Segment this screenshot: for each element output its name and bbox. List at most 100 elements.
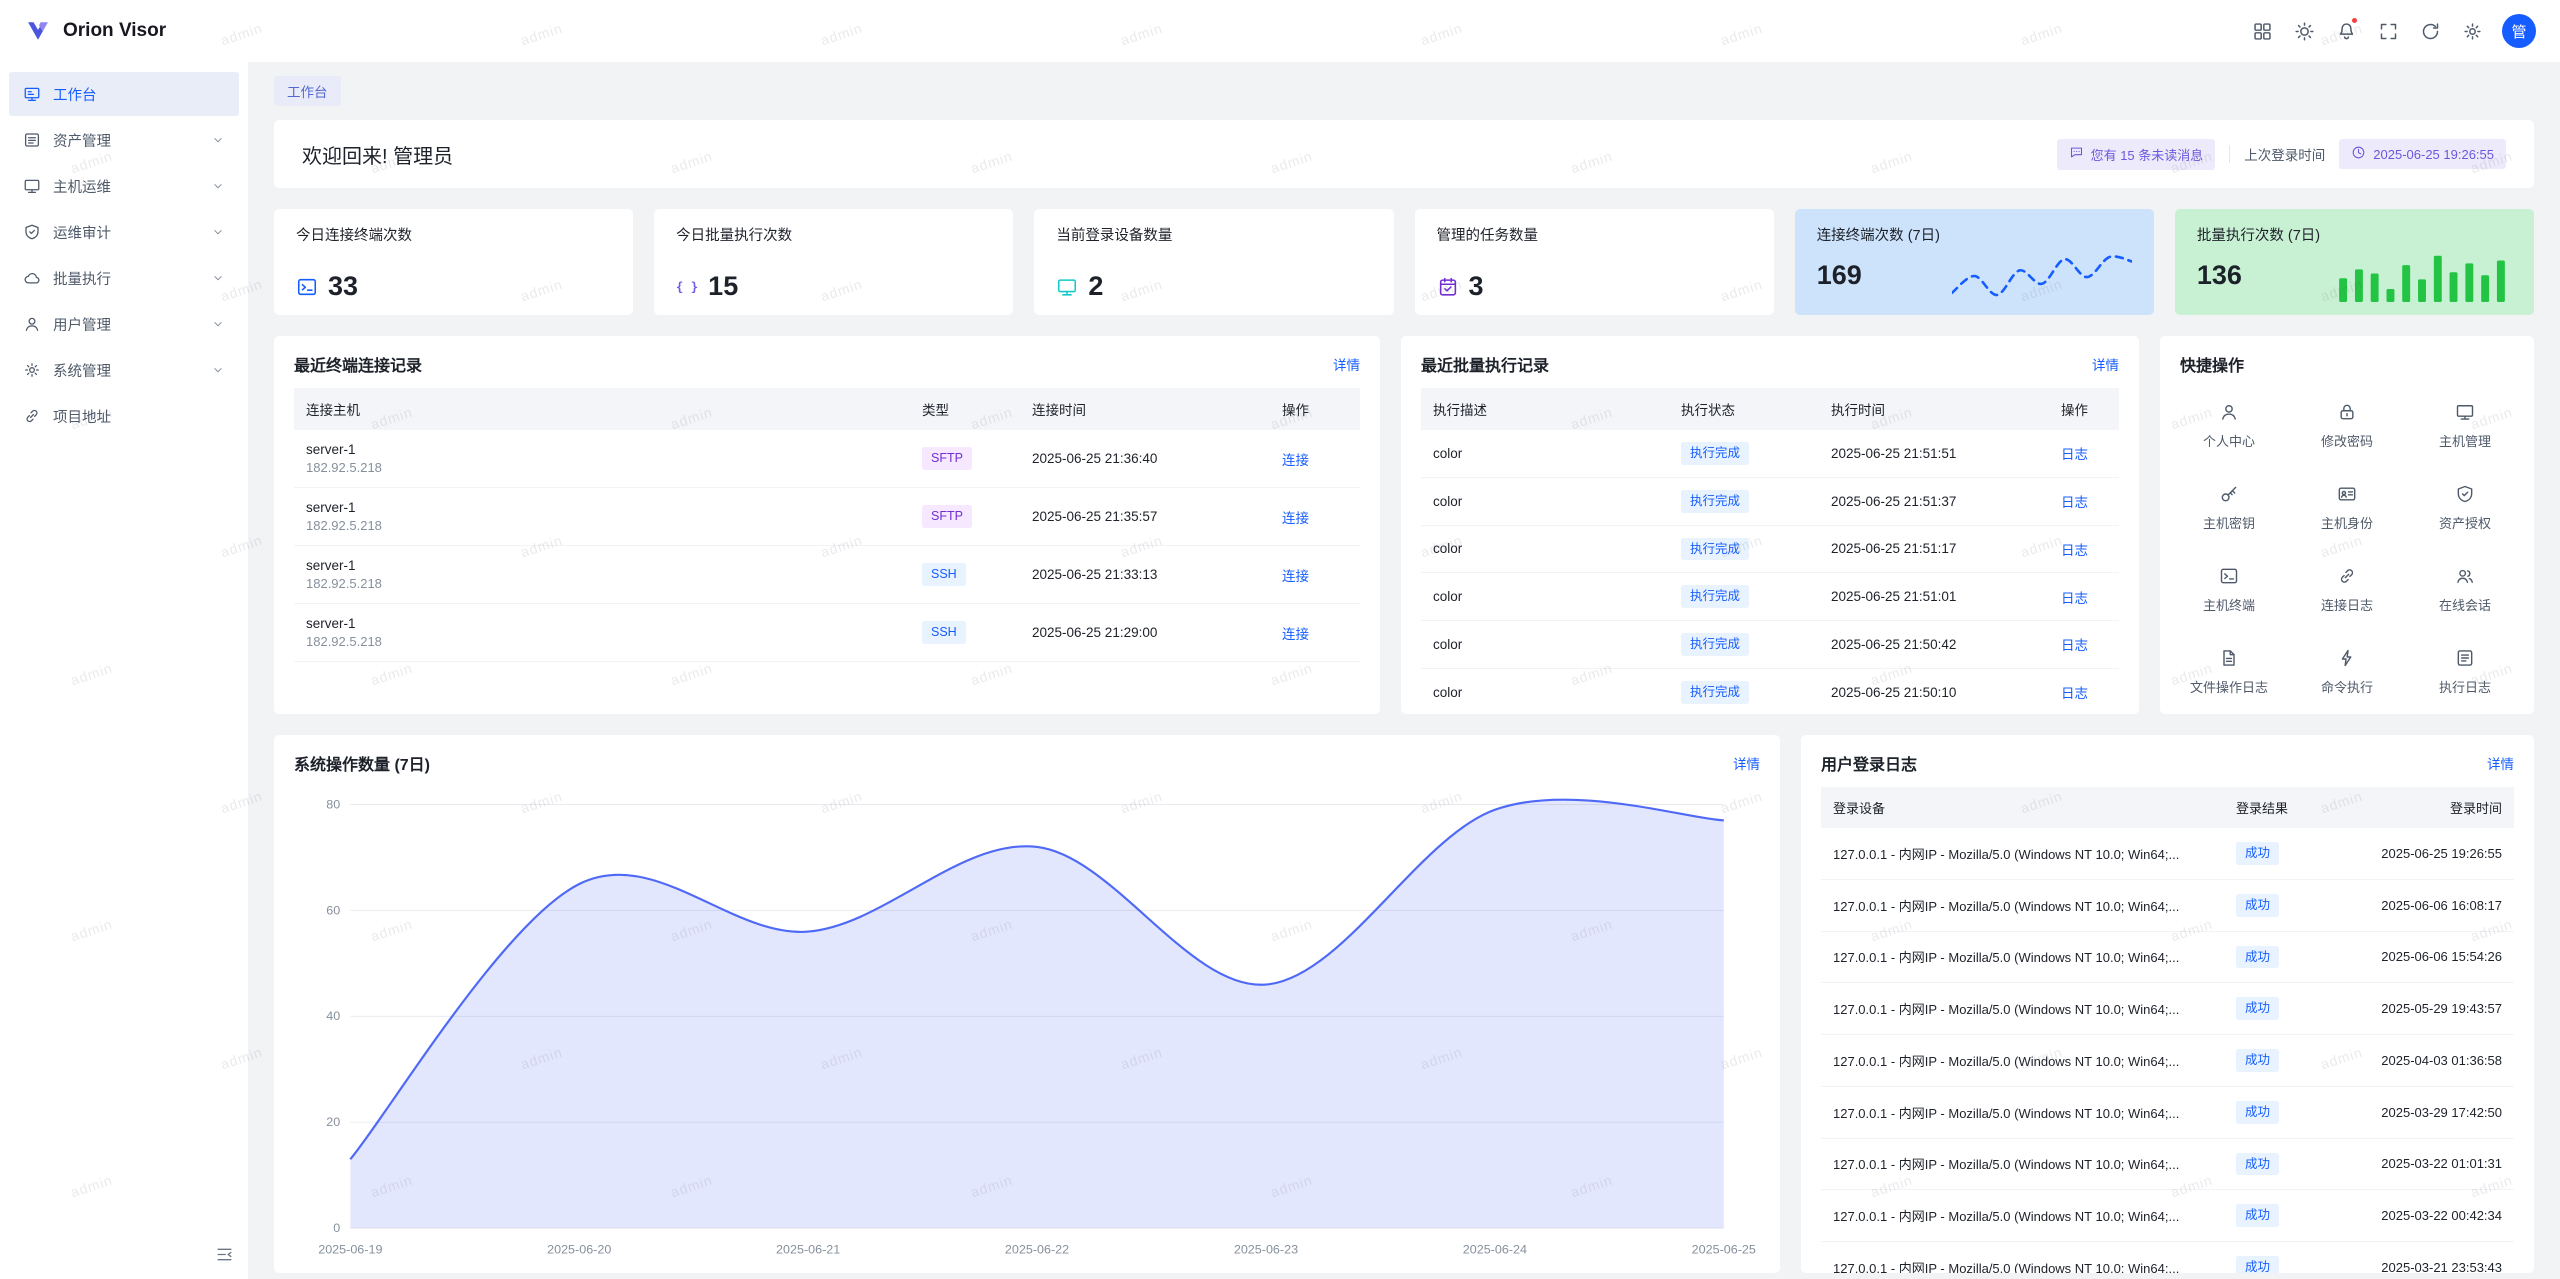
quick-action-profile[interactable]: 个人中心 <box>2170 402 2288 450</box>
breadcrumb-item-workbench[interactable]: 工作台 <box>274 76 341 106</box>
log-link[interactable]: 日志 <box>2061 638 2088 653</box>
notifications-bell-icon[interactable] <box>2328 13 2364 49</box>
host-name: server-1 <box>306 500 898 515</box>
host-name: server-1 <box>306 616 898 631</box>
settings-gear-icon[interactable] <box>2454 13 2490 49</box>
notification-badge <box>2350 16 2359 25</box>
quick-action-command-exec[interactable]: 命令执行 <box>2288 648 2406 696</box>
sidebar-item-users[interactable]: 用户管理 <box>9 302 239 346</box>
sidebar-item-system[interactable]: 系统管理 <box>9 348 239 392</box>
quick-action-label: 主机身份 <box>2321 513 2373 532</box>
login-log-detail-link[interactable]: 详情 <box>2487 753 2514 773</box>
login-result-tag: 成功 <box>2236 894 2279 917</box>
quick-action-host-identity[interactable]: 主机身份 <box>2288 484 2406 532</box>
batch-row: color执行完成2025-06-25 21:50:10日志 <box>1421 668 2119 714</box>
quick-action-label: 主机密钥 <box>2203 513 2255 532</box>
apps-grid-icon[interactable] <box>2244 13 2280 49</box>
connect-link[interactable]: 连接 <box>1282 627 1309 642</box>
host-ip: 182.92.5.218 <box>306 634 898 649</box>
quick-action-password[interactable]: 修改密码 <box>2288 402 2406 450</box>
welcome-banner: 欢迎回来! 管理员 您有 15 条未读消息 上次登录时间 2025-06-25 … <box>274 120 2534 188</box>
refresh-icon[interactable] <box>2412 13 2448 49</box>
last-login-time: 2025-06-25 19:26:55 <box>2373 147 2494 162</box>
sidebar-item-workbench[interactable]: 工作台 <box>9 72 239 116</box>
column-header: 连接时间 <box>1020 388 1270 430</box>
batch-detail-link[interactable]: 详情 <box>2092 354 2119 374</box>
sidebar-item-label: 系统管理 <box>53 360 111 381</box>
terminal-row: server-1182.92.5.218SSH2025-06-25 21:33:… <box>294 546 1360 604</box>
quick-action-host-manage[interactable]: 主机管理 <box>2406 402 2524 450</box>
login-device: 127.0.0.1 - 内网IP - Mozilla/5.0 (Windows … <box>1821 879 2224 931</box>
theme-toggle-icon[interactable] <box>2286 13 2322 49</box>
batch-row: color执行完成2025-06-25 21:50:42日志 <box>1421 621 2119 669</box>
quick-action-host-key[interactable]: 主机密钥 <box>2170 484 2288 532</box>
app-title: Orion Visor <box>63 20 166 42</box>
quick-action-host-terminal[interactable]: 主机终端 <box>2170 566 2288 614</box>
column-header: 执行状态 <box>1669 388 1819 430</box>
monitor-icon <box>23 177 41 195</box>
login-device: 127.0.0.1 - 内网IP - Mozilla/5.0 (Windows … <box>1821 1190 2224 1242</box>
system-ops-card: 系统操作数量 (7日) 详情 0204060802025-06-192025-0… <box>274 735 1780 1273</box>
shield-icon <box>2455 484 2475 504</box>
login-time: 2025-05-29 19:43:57 <box>2334 983 2514 1035</box>
sidebar-item-project[interactable]: 项目地址 <box>9 394 239 438</box>
quick-action-file-log[interactable]: 文件操作日志 <box>2170 648 2288 696</box>
quick-action-exec-log[interactable]: 执行日志 <box>2406 648 2524 696</box>
connect-link[interactable]: 连接 <box>1282 569 1309 584</box>
exec-time: 2025-06-25 21:51:51 <box>1819 430 2049 477</box>
column-header: 类型 <box>910 388 1020 430</box>
sidebar-item-label: 工作台 <box>53 84 97 105</box>
recent-terminal-title: 最近终端连接记录 <box>294 352 422 376</box>
layout: 工作台资产管理主机运维运维审计批量执行用户管理系统管理项目地址 工作台 欢迎回来… <box>0 62 2560 1279</box>
log-link[interactable]: 日志 <box>2061 543 2088 558</box>
svg-text:0: 0 <box>333 1221 340 1235</box>
login-time: 2025-06-06 16:08:17 <box>2334 879 2514 931</box>
app-logo[interactable]: Orion Visor <box>24 17 166 45</box>
log-link[interactable]: 日志 <box>2061 447 2088 462</box>
host-ip: 182.92.5.218 <box>306 518 898 533</box>
quick-action-label: 主机终端 <box>2203 595 2255 614</box>
list-icon <box>23 131 41 149</box>
unread-messages-chip[interactable]: 您有 15 条未读消息 <box>2057 139 2216 170</box>
sidebar-item-audit[interactable]: 运维审计 <box>9 210 239 254</box>
divider <box>2229 145 2230 163</box>
svg-text:2025-06-22: 2025-06-22 <box>1005 1243 1069 1257</box>
login-time: 2025-03-22 00:42:34 <box>2334 1190 2514 1242</box>
connect-link[interactable]: 连接 <box>1282 453 1309 468</box>
log-link[interactable]: 日志 <box>2061 495 2088 510</box>
column-header: 登录结果 <box>2224 787 2334 828</box>
exec-status-tag: 执行完成 <box>1681 538 1749 561</box>
login-row: 127.0.0.1 - 内网IP - Mozilla/5.0 (Windows … <box>1821 1086 2514 1138</box>
sidebar-item-assets[interactable]: 资产管理 <box>9 118 239 162</box>
protocol-tag: SFTP <box>922 447 972 470</box>
batch-row: color执行完成2025-06-25 21:51:51日志 <box>1421 430 2119 477</box>
connect-link[interactable]: 连接 <box>1282 511 1309 526</box>
exec-status-tag: 执行完成 <box>1681 442 1749 465</box>
user-avatar[interactable]: 管 <box>2502 14 2536 48</box>
login-row: 127.0.0.1 - 内网IP - Mozilla/5.0 (Windows … <box>1821 1035 2514 1087</box>
login-row: 127.0.0.1 - 内网IP - Mozilla/5.0 (Windows … <box>1821 1242 2514 1274</box>
stats-row: 今日连接终端次数33今日批量执行次数{ }15当前登录设备数量2管理的任务数量3… <box>274 209 2534 315</box>
stat-sparkline <box>2332 248 2512 302</box>
fullscreen-icon[interactable] <box>2370 13 2406 49</box>
orion-visor-logo-icon <box>24 17 52 45</box>
host-ip: 182.92.5.218 <box>306 460 898 475</box>
recent-batch-card: 最近批量执行记录 详情 执行描述执行状态执行时间操作color执行完成2025-… <box>1401 336 2139 714</box>
braces-icon: { } <box>676 276 698 298</box>
system-ops-detail-link[interactable]: 详情 <box>1733 753 1760 773</box>
log-link[interactable]: 日志 <box>2061 686 2088 701</box>
login-result-tag: 成功 <box>2236 997 2279 1020</box>
login-device: 127.0.0.1 - 内网IP - Mozilla/5.0 (Windows … <box>1821 1086 2224 1138</box>
log-link[interactable]: 日志 <box>2061 591 2088 606</box>
quick-action-asset-grant[interactable]: 资产授权 <box>2406 484 2524 532</box>
bottom-row: 系统操作数量 (7日) 详情 0204060802025-06-192025-0… <box>274 735 2534 1273</box>
quick-action-connect-log[interactable]: 连接日志 <box>2288 566 2406 614</box>
quick-action-online-session[interactable]: 在线会话 <box>2406 566 2524 614</box>
sidebar-item-batch-exec[interactable]: 批量执行 <box>9 256 239 300</box>
sidebar-collapse-button[interactable] <box>215 1245 234 1267</box>
lightning-icon <box>2337 648 2357 668</box>
login-time: 2025-03-22 01:01:31 <box>2334 1138 2514 1190</box>
login-device: 127.0.0.1 - 内网IP - Mozilla/5.0 (Windows … <box>1821 1035 2224 1087</box>
terminal-detail-link[interactable]: 详情 <box>1333 354 1360 374</box>
sidebar-item-host-ops[interactable]: 主机运维 <box>9 164 239 208</box>
